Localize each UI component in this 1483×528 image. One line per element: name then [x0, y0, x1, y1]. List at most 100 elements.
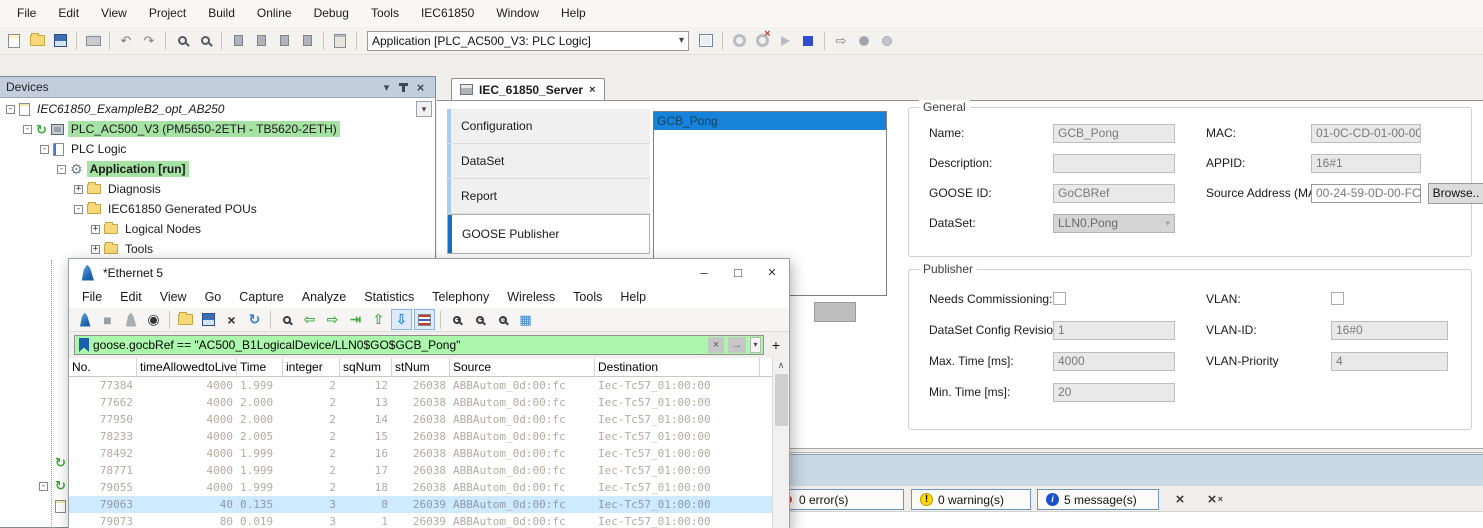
ws-menu-wireless[interactable]: Wireless [498, 286, 564, 308]
scrollbar-thumb[interactable] [775, 374, 788, 426]
go-back-icon[interactable]: ⇦ [299, 309, 320, 330]
tree-item-diagnosis[interactable]: +Diagnosis [0, 179, 435, 199]
go-to-packet-icon[interactable]: ⇥ [345, 309, 366, 330]
tree-expander[interactable]: + [74, 185, 83, 194]
tab-iec-61850-server[interactable]: IEC_61850_Server × [451, 78, 605, 100]
open-file-icon[interactable] [27, 31, 47, 51]
tree-item-application-run[interactable]: -⚙Application [run] [0, 159, 435, 179]
clear-all-messages-icon[interactable]: ×× [1202, 489, 1222, 510]
ws-menu-telephony[interactable]: Telephony [423, 286, 498, 308]
column-header-no[interactable]: No. [69, 358, 137, 376]
run-icon[interactable] [775, 31, 795, 51]
zoom-reset-icon[interactable]: = [492, 309, 513, 330]
menu-iec61850[interactable]: IEC61850 [410, 0, 485, 27]
ws-menu-file[interactable]: File [73, 286, 111, 308]
dataset-config-revision-field[interactable]: 1 [1053, 321, 1175, 340]
tree-item-plc-logic[interactable]: -PLC Logic [0, 139, 435, 159]
column-header-timeallowedtolive[interactable]: timeAllowedtoLive [137, 358, 237, 376]
tree-expander[interactable]: + [91, 245, 100, 254]
tree-expander[interactable]: - [23, 125, 32, 134]
close-capture-icon[interactable]: × [221, 309, 242, 330]
menu-online[interactable]: Online [246, 0, 303, 27]
clear-filter-icon[interactable]: × [708, 337, 724, 353]
open-capture-icon[interactable] [175, 309, 196, 330]
apply-filter-icon[interactable]: → [728, 337, 746, 353]
add-filter-button[interactable]: + [768, 337, 784, 353]
section-report[interactable]: Report [447, 179, 650, 214]
print-icon[interactable] [83, 31, 103, 51]
clear-message-icon[interactable]: × [1170, 489, 1190, 510]
min-time-ms-field[interactable]: 20 [1053, 383, 1175, 402]
colorize-icon[interactable] [414, 309, 435, 330]
zoom-out-icon[interactable]: − [469, 309, 490, 330]
ws-menu-edit[interactable]: Edit [111, 286, 151, 308]
dataset-select[interactable]: LLN0.Pong▾ [1053, 214, 1175, 233]
menu-file[interactable]: File [6, 0, 47, 27]
resize-columns-icon[interactable]: ▦ [515, 309, 536, 330]
build-icon[interactable] [696, 31, 716, 51]
tree-expander[interactable]: - [6, 105, 15, 114]
section-goose-publisher[interactable]: GOOSE Publisher [447, 214, 650, 254]
column-header-integer[interactable]: integer [283, 358, 340, 376]
stop-icon[interactable] [798, 31, 818, 51]
paste-icon[interactable] [330, 31, 350, 51]
find-packet-icon[interactable] [276, 309, 297, 330]
save-capture-icon[interactable] [198, 309, 219, 330]
stop-capture-icon[interactable]: ■ [97, 309, 118, 330]
tree-expander[interactable]: - [57, 165, 66, 174]
capture-options-icon[interactable]: ◉ [143, 309, 164, 330]
next-bookmark-icon[interactable] [251, 31, 271, 51]
save-icon[interactable] [50, 31, 70, 51]
appid-field[interactable]: 16#1 [1311, 154, 1421, 173]
partially-hidden-button[interactable] [814, 302, 856, 322]
section-dataset[interactable]: DataSet [447, 144, 650, 179]
packet-row[interactable]: 79073800.0193126039ABBAutom_0d:00:fcIec-… [69, 513, 772, 528]
tree-item-iec61850-generated-pous[interactable]: -IEC61850 Generated POUs [0, 199, 435, 219]
source-address-mac-field[interactable]: 00-24-59-0D-00-FC [1311, 184, 1421, 203]
needs-commissioning-checkbox[interactable] [1053, 292, 1066, 305]
tree-item-tools[interactable]: +Tools [0, 239, 435, 259]
filter-bookmark-icon[interactable] [79, 338, 89, 352]
ws-menu-go[interactable]: Go [196, 286, 231, 308]
toggle-bookmark-icon[interactable] [228, 31, 248, 51]
find-icon[interactable] [172, 31, 192, 51]
menu-edit[interactable]: Edit [47, 0, 90, 27]
menu-tools[interactable]: Tools [360, 0, 410, 27]
messages-filter-button[interactable]: i 5 message(s) [1037, 489, 1159, 510]
warnings-filter-button[interactable]: ! 0 warning(s) [911, 489, 1031, 510]
errors-filter-button[interactable]: 0 error(s) [772, 489, 904, 510]
pin-icon[interactable] [402, 83, 405, 92]
packet-row[interactable]: 7823340002.00521526038ABBAutom_0d:00:fcI… [69, 428, 772, 445]
close-panel-icon[interactable]: × [412, 80, 429, 95]
packet-row[interactable]: 7766240002.00021326038ABBAutom_0d:00:fcI… [69, 394, 772, 411]
gcb-list-item-gcb-pong[interactable]: GCB_Pong [654, 112, 886, 130]
ws-menu-tools[interactable]: Tools [564, 286, 611, 308]
section-configuration[interactable]: Configuration [447, 109, 650, 144]
go-forward-icon[interactable]: ⇨ [322, 309, 343, 330]
panel-menu-icon[interactable]: ▾ [378, 80, 395, 95]
ws-menu-help[interactable]: Help [611, 286, 655, 308]
ws-menu-view[interactable]: View [151, 286, 196, 308]
ws-menu-statistics[interactable]: Statistics [355, 286, 423, 308]
close-window-icon[interactable]: × [755, 259, 789, 286]
tree-expander[interactable]: + [91, 225, 100, 234]
login-icon[interactable] [729, 31, 749, 51]
tree-dropdown-button[interactable]: ▾ [416, 101, 432, 117]
wireshark-titlebar[interactable]: *Ethernet 5 – □ × [69, 259, 789, 286]
packet-row[interactable]: 7849240001.99921626038ABBAutom_0d:00:fcI… [69, 445, 772, 462]
undo-icon[interactable]: ↶ [116, 31, 136, 51]
column-header-time[interactable]: Time [237, 358, 283, 376]
menu-help[interactable]: Help [550, 0, 597, 27]
packet-row[interactable]: 7905540001.99921826038ABBAutom_0d:00:fcI… [69, 479, 772, 496]
auto-scroll-icon[interactable]: ⇩ [391, 309, 412, 330]
display-filter-input[interactable]: goose.gocbRef == "AC500_B1LogicalDevice/… [74, 335, 764, 355]
packet-row[interactable]: 7795040002.00021426038ABBAutom_0d:00:fcI… [69, 411, 772, 428]
packet-row[interactable]: 79063400.1353026039ABBAutom_0d:00:fcIec-… [69, 496, 772, 513]
breakpoint2-icon[interactable] [877, 31, 897, 51]
maximize-icon[interactable]: □ [721, 259, 755, 286]
scroll-up-icon[interactable]: ∧ [773, 358, 789, 372]
browse-button[interactable]: Browse.. [1428, 183, 1483, 204]
menu-project[interactable]: Project [138, 0, 197, 27]
menu-view[interactable]: View [90, 0, 138, 27]
replace-icon[interactable] [195, 31, 215, 51]
